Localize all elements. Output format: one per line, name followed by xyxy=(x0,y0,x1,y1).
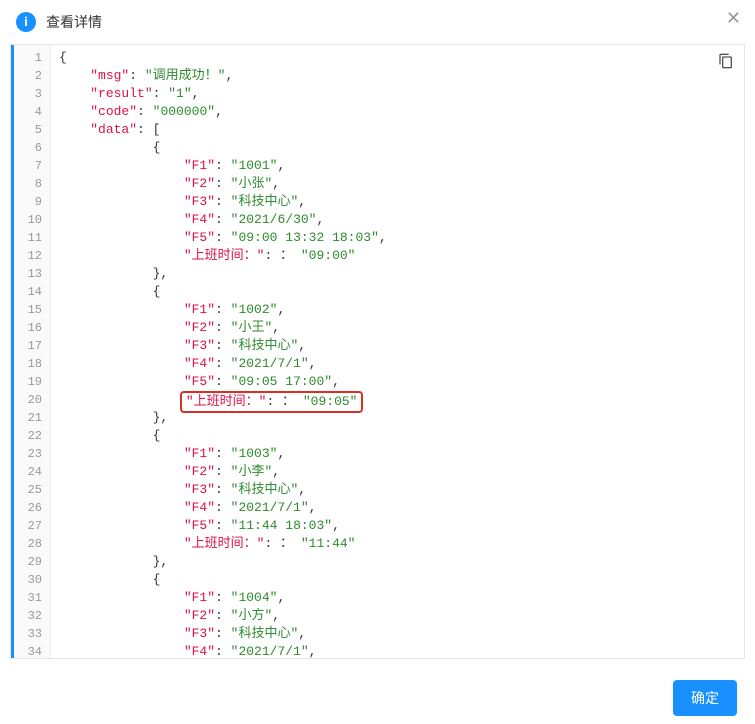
code-line: "F2": "小李", xyxy=(59,463,736,481)
code-line: "F2": "小王", xyxy=(59,319,736,337)
code-content[interactable]: { "msg": "调用成功！", "result": "1", "code":… xyxy=(51,45,744,658)
code-line: { xyxy=(59,283,736,301)
code-viewer: 1234567891011121314151617181920212223242… xyxy=(10,44,745,659)
code-line: "F4": "2021/6/30", xyxy=(59,211,736,229)
code-line: { xyxy=(59,139,736,157)
code-line: "F1": "1004", xyxy=(59,589,736,607)
code-line: "F4": "2021/7/1", xyxy=(59,499,736,517)
dialog-title: 查看详情 xyxy=(46,12,102,32)
close-icon[interactable]: ✕ xyxy=(726,10,741,28)
code-line: "上班时间：": ： "09:05" xyxy=(59,391,736,409)
info-icon: i xyxy=(16,12,36,32)
code-line: "data": [ xyxy=(59,121,736,139)
code-line: { xyxy=(59,49,736,67)
code-line: "F4": "2021/7/1", xyxy=(59,643,736,658)
code-line: { xyxy=(59,571,736,589)
code-line: "F3": "科技中心", xyxy=(59,481,736,499)
dialog-header: i 查看详情 ✕ xyxy=(0,0,755,44)
code-line: "msg": "调用成功！", xyxy=(59,67,736,85)
code-line: }, xyxy=(59,265,736,283)
code-line: "F4": "2021/7/1", xyxy=(59,355,736,373)
code-line: "F5": "11:44 18:03", xyxy=(59,517,736,535)
code-line: "上班时间：": ： "09:00" xyxy=(59,247,736,265)
code-line: "code": "000000", xyxy=(59,103,736,121)
line-gutter: 1234567891011121314151617181920212223242… xyxy=(11,45,51,658)
code-line: { xyxy=(59,427,736,445)
code-line: "F3": "科技中心", xyxy=(59,193,736,211)
dialog-footer: 确定 xyxy=(673,680,737,716)
copy-icon[interactable] xyxy=(718,53,734,69)
code-line: "F5": "09:00 13:32 18:03", xyxy=(59,229,736,247)
code-line: "F2": "小张", xyxy=(59,175,736,193)
code-line: "F1": "1003", xyxy=(59,445,736,463)
code-line: "result": "1", xyxy=(59,85,736,103)
confirm-button[interactable]: 确定 xyxy=(673,680,737,716)
code-line: "F1": "1002", xyxy=(59,301,736,319)
code-line: }, xyxy=(59,409,736,427)
code-line: "F3": "科技中心", xyxy=(59,625,736,643)
code-line: "F1": "1001", xyxy=(59,157,736,175)
code-line: "F5": "09:05 17:00", xyxy=(59,373,736,391)
code-line: }, xyxy=(59,553,736,571)
code-line: "上班时间：": ： "11:44" xyxy=(59,535,736,553)
code-line: "F2": "小方", xyxy=(59,607,736,625)
code-line: "F3": "科技中心", xyxy=(59,337,736,355)
